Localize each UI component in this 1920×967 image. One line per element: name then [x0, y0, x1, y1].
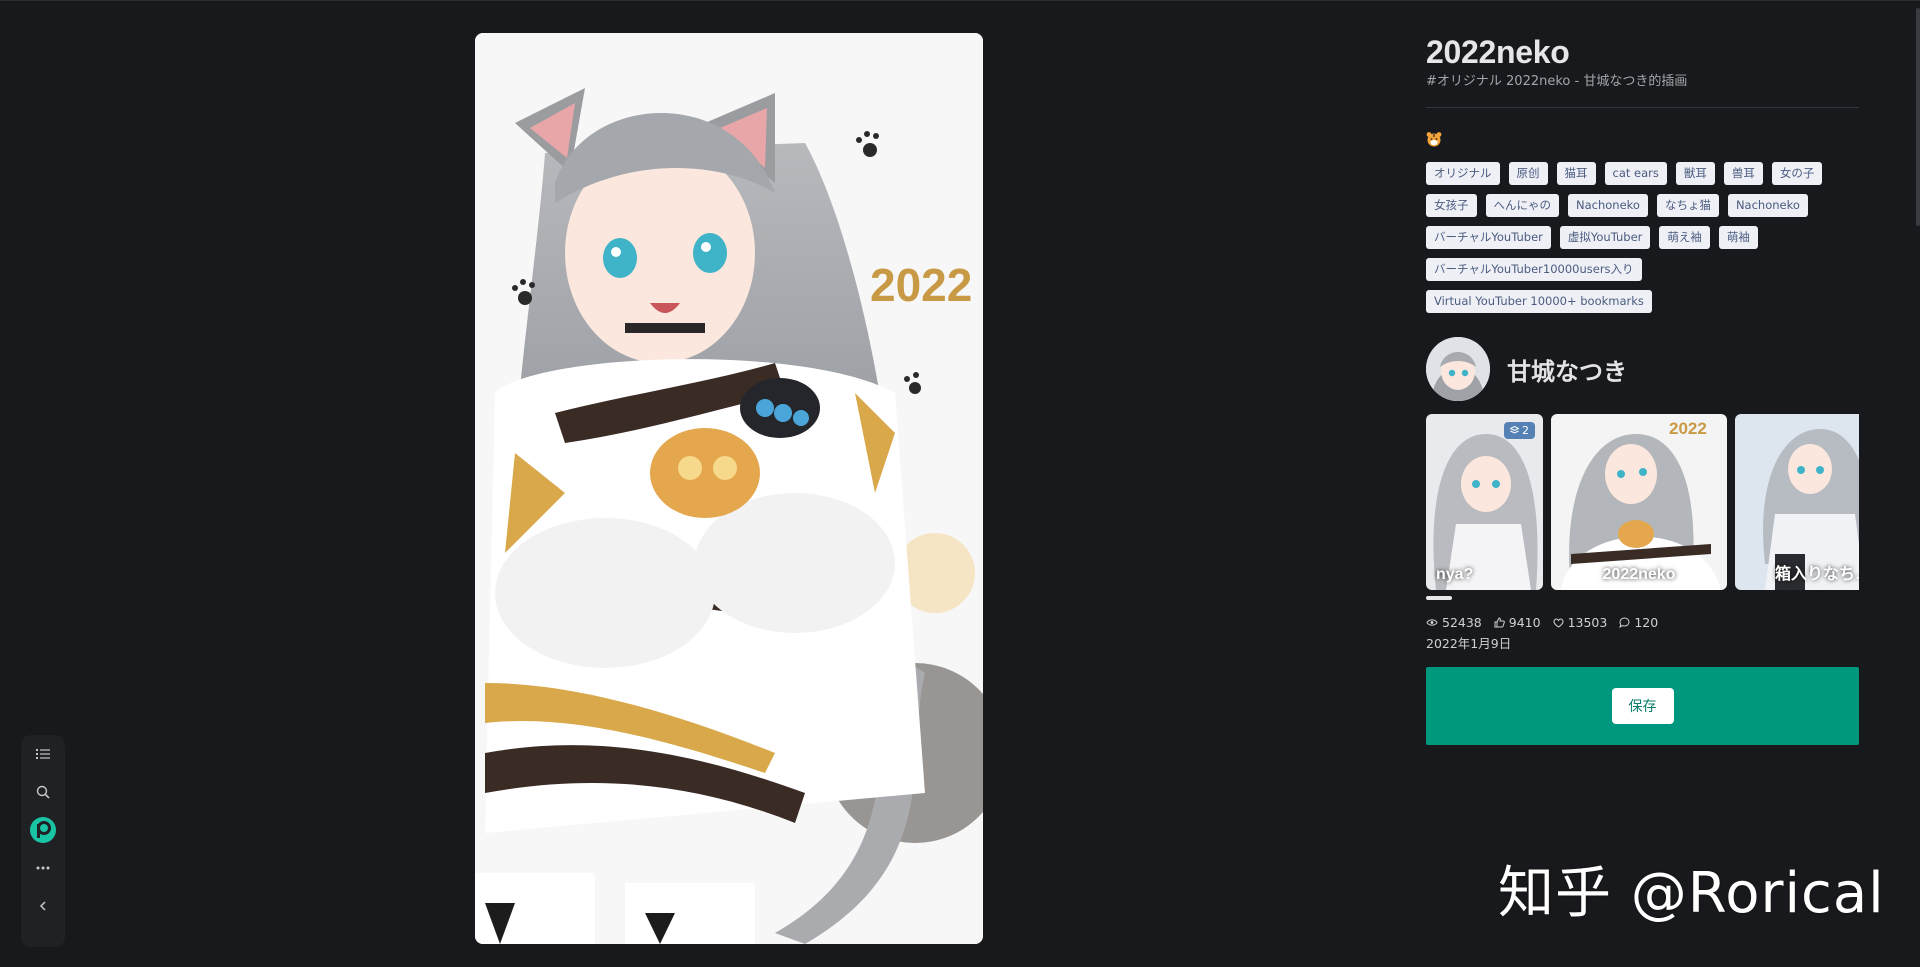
search-icon[interactable]	[21, 773, 65, 811]
floating-toolbar	[21, 735, 65, 947]
thumbnail-year-text: 2022	[1669, 419, 1707, 438]
tag[interactable]: Nachoneko	[1568, 194, 1648, 217]
artwork-stats: 52438 9410 13503 120	[1426, 615, 1859, 630]
tag[interactable]: 萌袖	[1718, 226, 1758, 249]
artist-avatar[interactable]	[1426, 337, 1490, 401]
list-icon[interactable]	[21, 735, 65, 773]
artist-name[interactable]: 甘城なつき	[1507, 352, 1627, 387]
thumbnail-work[interactable]: 箱入りなち…	[1735, 414, 1859, 590]
artwork-info-panel: 2022neko #オリジナル 2022neko - 甘城なつき的插画 オリジナ…	[1426, 30, 1859, 745]
thumbnail-work[interactable]: 2 nya?	[1426, 414, 1543, 590]
watermark-text: 知乎 @Rorical	[1498, 861, 1885, 926]
page-count-badge: 2	[1504, 422, 1535, 439]
like-count: 9410	[1494, 615, 1541, 630]
page-count: 2	[1522, 424, 1529, 437]
bookmark-count: 13503	[1553, 615, 1608, 630]
like-count-value: 9410	[1508, 615, 1541, 630]
view-count: 52438	[1426, 615, 1482, 630]
comment-count: 120	[1619, 615, 1658, 630]
tag[interactable]: なちょ猫	[1656, 194, 1719, 217]
tag[interactable]: バーチャルYouTuber	[1426, 226, 1551, 249]
tag[interactable]: オリジナル	[1426, 162, 1500, 185]
eye-icon	[1426, 619, 1438, 626]
main-artwork[interactable]: 2022	[475, 33, 983, 944]
tag[interactable]: 猫耳	[1556, 162, 1596, 185]
more-icon[interactable]	[21, 849, 65, 887]
tag-list: オリジナル 原创 猫耳 cat ears 獣耳 兽耳 女の子 女孩子 へんにゃの…	[1426, 162, 1859, 313]
artist-profile-link[interactable]: 甘城なつき	[1426, 337, 1859, 401]
chevron-left-icon[interactable]	[21, 887, 65, 925]
thumbnail-caption: nya?	[1436, 566, 1474, 583]
divider	[1426, 107, 1859, 108]
tag[interactable]: バーチャルYouTuber10000users入り	[1426, 258, 1642, 281]
comment-icon	[1619, 617, 1630, 628]
artwork-title: 2022neko	[1426, 34, 1570, 70]
thumbs-up-icon	[1494, 617, 1505, 628]
tag[interactable]: 虚拟YouTuber	[1559, 226, 1651, 249]
artwork-subtitle: #オリジナル 2022neko - 甘城なつき的插画	[1426, 74, 1688, 89]
page-scrollbar[interactable]	[1916, 8, 1920, 226]
tag[interactable]: 原创	[1508, 162, 1548, 185]
top-border	[0, 0, 1920, 1]
pixiv-logo-icon[interactable]	[21, 811, 65, 849]
artwork-year-text: 2022	[870, 259, 972, 311]
bookmark-count-value: 13503	[1567, 615, 1608, 630]
thumbnail-caption: 箱入りなち…	[1775, 566, 1859, 583]
tag[interactable]: 獣耳	[1675, 162, 1715, 185]
heart-icon	[1553, 618, 1564, 628]
comment-count-value: 120	[1634, 615, 1659, 630]
save-button[interactable]: 保存	[1611, 688, 1674, 724]
tag[interactable]: 兽耳	[1723, 162, 1763, 185]
carousel-position-indicator	[1426, 596, 1452, 600]
tag[interactable]: Virtual YouTuber 10000+ bookmarks	[1426, 290, 1652, 313]
upload-date: 2022年1月9日	[1426, 636, 1512, 651]
tag[interactable]: Nachoneko	[1727, 194, 1808, 217]
description-row	[1426, 130, 1859, 148]
tag[interactable]: 女の子	[1771, 162, 1823, 185]
tiger-emoji-icon	[1426, 132, 1442, 147]
artist-works-carousel: 2 nya? 2022 2022neko 箱入りなち	[1426, 414, 1859, 590]
tag[interactable]: 萌え袖	[1659, 226, 1710, 249]
thumbnail-caption: 2022neko	[1602, 566, 1676, 583]
tag[interactable]: へんにゃの	[1485, 194, 1559, 217]
save-area: 保存	[1426, 667, 1859, 745]
view-count-value: 52438	[1442, 615, 1482, 630]
layers-icon	[1510, 426, 1519, 434]
tag[interactable]: 女孩子	[1426, 194, 1477, 217]
tag[interactable]: cat ears	[1604, 162, 1667, 185]
thumbnail-work-current[interactable]: 2022 2022neko	[1551, 414, 1727, 590]
